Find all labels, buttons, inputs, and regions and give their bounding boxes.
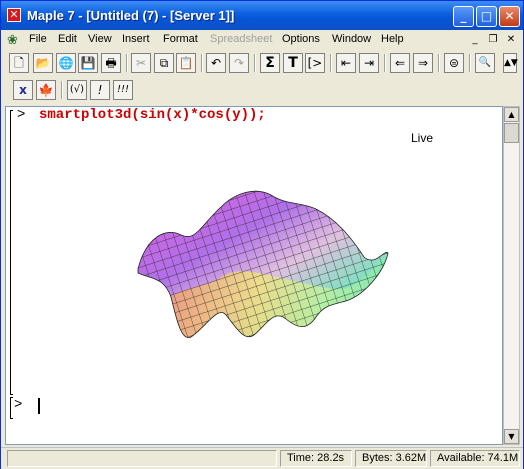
menu-view[interactable]: View: [88, 33, 112, 45]
text-cursor: [38, 398, 40, 414]
surface-plot-3d[interactable]: [126, 177, 396, 347]
toolbar-separator: [254, 54, 256, 72]
menu-edit[interactable]: Edit: [58, 33, 77, 45]
insert-prompt-icon[interactable]: [>: [305, 53, 325, 73]
maple-leaf-icon[interactable]: ✕: [7, 8, 21, 22]
status-time: Time: 28.2s: [280, 450, 352, 467]
menu-help[interactable]: Help: [381, 33, 404, 45]
execute-worksheet-icon[interactable]: !!!: [113, 80, 133, 100]
toolbar-separator: [61, 81, 63, 99]
scroll-up-icon[interactable]: ▲: [504, 107, 519, 122]
zoom-icon[interactable]: 🔍: [475, 53, 495, 73]
plot-live-label: Live: [411, 131, 434, 145]
toolbar-separator: [469, 54, 471, 72]
maple-window: ✕ Maple 7 - [Untitled (7) - [Server 1]] …: [0, 0, 524, 469]
doc-close-icon[interactable]: ✕: [504, 33, 518, 46]
menu-bar: ❀ File Edit View Insert Format Spreadshe…: [1, 30, 523, 50]
toolbar-separator: [330, 54, 332, 72]
text-mode-icon[interactable]: T: [283, 53, 303, 73]
close-icon[interactable]: ✕: [499, 6, 520, 27]
outdent-icon[interactable]: ⇤: [336, 53, 356, 73]
paste-icon[interactable]: 📋: [176, 53, 196, 73]
toolbar-separator: [201, 54, 203, 72]
cut-icon: ✂: [131, 53, 151, 73]
open-folder-icon[interactable]: 📂: [33, 53, 53, 73]
save-icon[interactable]: 💾: [78, 53, 98, 73]
toolbar-separator: [438, 54, 440, 72]
document-icon[interactable]: ❀: [7, 32, 18, 48]
stop-icon[interactable]: ⊜: [444, 53, 464, 73]
toolbar-scroll-icon[interactable]: ▲▼: [503, 53, 518, 73]
menu-file[interactable]: File: [29, 33, 47, 45]
math-mode-icon[interactable]: Σ: [260, 53, 280, 73]
indent-icon[interactable]: ⇥: [359, 53, 379, 73]
copy-icon[interactable]: ⧉: [154, 53, 174, 73]
doc-restore-icon[interactable]: ❐: [486, 33, 500, 46]
execute-all-icon[interactable]: (√): [67, 80, 87, 100]
menu-window[interactable]: Window: [332, 33, 371, 45]
status-bar: Time: 28.2s Bytes: 3.62M Available: 74.1…: [1, 447, 523, 469]
status-available: Available: 74.1M: [430, 450, 520, 467]
scroll-down-icon[interactable]: ▼: [504, 429, 519, 444]
open-url-icon[interactable]: 🌐: [56, 53, 76, 73]
minimize-icon[interactable]: _: [453, 6, 474, 27]
command-input[interactable]: smartplot3d(sin(x)*cos(y));: [39, 107, 266, 123]
scroll-thumb[interactable]: [504, 123, 519, 143]
interrupt-icon[interactable]: x: [13, 80, 33, 100]
title-bar[interactable]: ✕ Maple 7 - [Untitled (7) - [Server 1]] …: [1, 1, 523, 30]
main-toolbar: 🗋 📂 🌐 💾 🖶 ✂ ⧉ 📋 ↶ ↷ Σ T [> ⇤ ⇥ ⇐ ⇒ ⊜ 🔍 ▲…: [1, 51, 523, 77]
window-title: Maple 7 - [Untitled (7) - [Server 1]]: [27, 8, 235, 23]
new-document-icon[interactable]: 🗋: [9, 53, 29, 73]
redo-icon: ↷: [229, 53, 249, 73]
context-toolbar: x 🍁 (√) ! !!!: [1, 78, 523, 104]
doc-minimize-icon[interactable]: _: [468, 33, 482, 46]
execution-group-bracket[interactable]: [10, 110, 13, 395]
menu-insert[interactable]: Insert: [122, 33, 150, 45]
back-icon[interactable]: ⇐: [390, 53, 410, 73]
menu-format[interactable]: Format: [163, 33, 198, 45]
toolbar-separator: [126, 54, 128, 72]
menu-options[interactable]: Options: [282, 33, 320, 45]
input-prompt: >: [14, 397, 23, 413]
vertical-scrollbar[interactable]: ▲ ▼: [503, 106, 520, 445]
toolbar-separator: [384, 54, 386, 72]
input-prompt: >: [17, 107, 26, 123]
worksheet[interactable]: > smartplot3d(sin(x)*cos(y)); Live >: [5, 106, 503, 445]
execution-group-bracket[interactable]: [10, 397, 13, 419]
maple-restart-icon[interactable]: 🍁: [36, 80, 56, 100]
maximize-icon[interactable]: □: [476, 6, 497, 27]
print-icon[interactable]: 🖶: [101, 53, 121, 73]
status-bytes: Bytes: 3.62M: [355, 450, 427, 467]
status-message: [7, 450, 277, 467]
menu-spreadsheet: Spreadsheet: [210, 33, 273, 45]
forward-icon[interactable]: ⇒: [413, 53, 433, 73]
undo-icon[interactable]: ↶: [206, 53, 226, 73]
execute-icon[interactable]: !: [90, 80, 110, 100]
